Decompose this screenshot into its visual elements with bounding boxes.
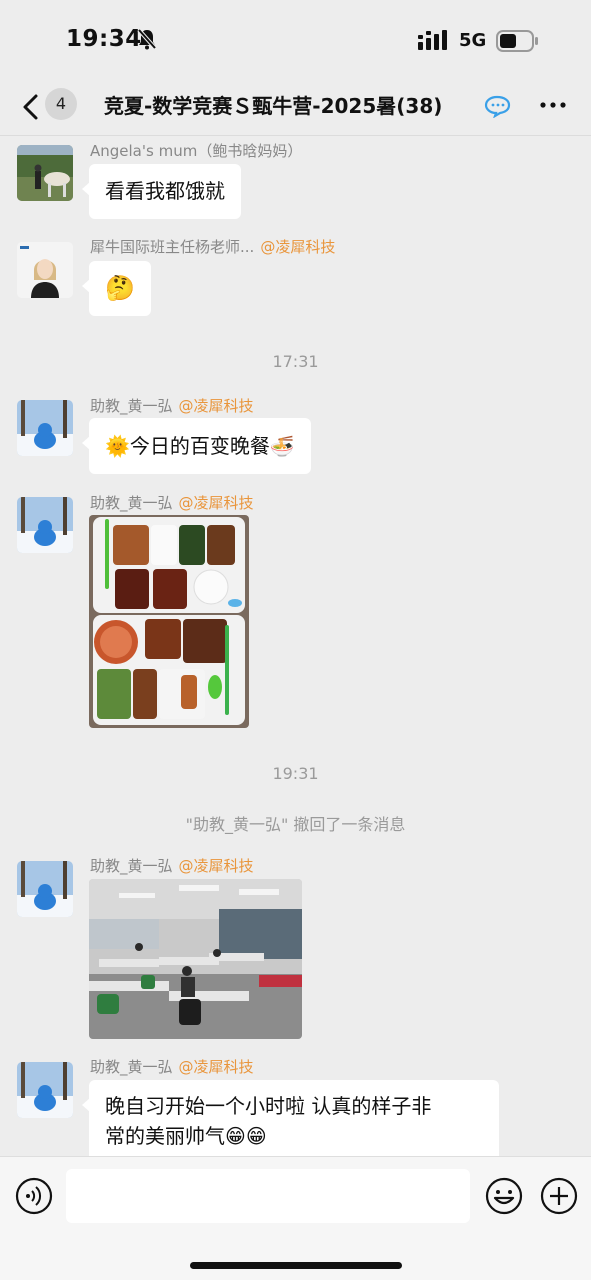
sender-name: Angela's mum（鲍书晗妈妈） — [90, 142, 303, 160]
avatar[interactable] — [17, 242, 73, 298]
message-text: 🌞今日的百变晚餐🍜 — [105, 434, 295, 458]
back-icon[interactable] — [18, 92, 44, 122]
avatar[interactable] — [17, 400, 73, 456]
avatar[interactable] — [17, 497, 73, 553]
chat-title[interactable]: 竞夏-数学竞赛Ｓ甄牛营-2025暑(38) — [104, 90, 489, 119]
message-bubble[interactable]: 🌞今日的百变晚餐🍜 — [82, 418, 311, 474]
message-text: 常的美丽帅气😁😁 — [105, 1124, 267, 1148]
message-input[interactable] — [66, 1169, 470, 1223]
voice-icon[interactable] — [15, 1177, 53, 1215]
signal-icon — [418, 30, 447, 50]
battery-icon — [496, 30, 538, 52]
avatar[interactable] — [17, 145, 73, 201]
message-bubble[interactable]: 看看我都饿就 — [82, 164, 241, 219]
message-bubble[interactable]: 晚自习开始一个小时啦 认真的样子非 常的美丽帅气😁😁 — [82, 1080, 499, 1162]
bell-muted-icon — [137, 28, 157, 50]
message-emoji: 🤔 — [105, 274, 135, 302]
timestamp: 17:31 — [272, 352, 319, 371]
avatar[interactable] — [17, 861, 73, 917]
chat-header: 4 竞夏-数学竞赛Ｓ甄牛营-2025暑(38) — [0, 80, 591, 136]
sender-name: 助教_黄一弘 @凌犀科技 — [90, 1058, 254, 1076]
status-time: 19:34 — [66, 26, 142, 52]
message-text: 晚自习开始一个小时啦 认真的样子非 — [105, 1094, 432, 1118]
message-bubble[interactable]: 🤔 — [82, 261, 151, 316]
network-type: 5G — [459, 30, 487, 51]
classroom-photo[interactable] — [89, 879, 302, 1039]
sender-name: 犀牛国际班主任杨老师... @凌犀科技 — [90, 238, 336, 256]
group-chat-icon[interactable] — [484, 94, 512, 118]
plus-icon[interactable] — [540, 1177, 578, 1215]
mention-tag[interactable]: @凌犀科技 — [179, 1058, 254, 1076]
more-icon[interactable] — [538, 94, 568, 116]
mention-tag[interactable]: @凌犀科技 — [179, 494, 254, 512]
recall-notice: "助教_黄一弘" 撤回了一条消息 — [185, 815, 406, 834]
emoji-icon[interactable] — [485, 1177, 523, 1215]
mention-tag[interactable]: @凌犀科技 — [179, 397, 254, 415]
mention-tag[interactable]: @凌犀科技 — [260, 238, 335, 256]
message-text: 看看我都饿就 — [105, 179, 225, 203]
dinner-tray-photo[interactable] — [89, 515, 249, 728]
status-bar: 19:34 5G — [0, 0, 591, 80]
mention-tag[interactable]: @凌犀科技 — [179, 857, 254, 875]
unread-count-badge[interactable]: 4 — [45, 88, 77, 120]
avatar[interactable] — [17, 1062, 73, 1118]
sender-name: 助教_黄一弘 @凌犀科技 — [90, 494, 254, 512]
sender-name: 助教_黄一弘 @凌犀科技 — [90, 857, 254, 875]
home-indicator[interactable] — [190, 1262, 402, 1269]
sender-name: 助教_黄一弘 @凌犀科技 — [90, 397, 254, 415]
timestamp: 19:31 — [272, 764, 319, 783]
